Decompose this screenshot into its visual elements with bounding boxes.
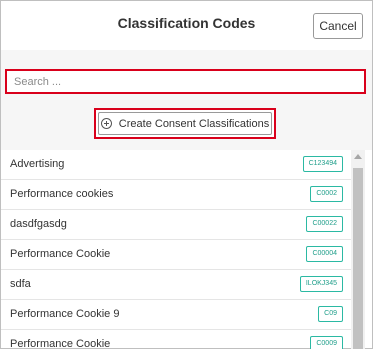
list-item[interactable]: dasdfgasdg C00022	[1, 210, 351, 240]
item-name: Performance Cookie 9	[10, 308, 120, 320]
item-name: Performance Cookie	[10, 248, 111, 260]
code-badge: C0002	[310, 186, 343, 202]
search-input[interactable]	[5, 69, 366, 94]
plus-circle-icon	[100, 118, 112, 129]
list-item[interactable]: Advertising C123494	[1, 150, 351, 180]
code-badge: C00004	[306, 246, 343, 262]
search-area: Create Consent Classifications	[1, 50, 372, 150]
code-badge: C0009	[310, 336, 343, 349]
scrollbar-thumb[interactable]	[353, 168, 363, 349]
list-item[interactable]: Performance Cookie 9 C09	[1, 300, 351, 330]
code-badge: C123494	[302, 156, 343, 172]
code-badge: C00022	[306, 216, 343, 232]
item-name: Advertising	[10, 158, 65, 170]
classification-codes-dialog: Classification Codes Cancel Create Conse…	[0, 0, 373, 349]
create-button-highlight: Create Consent Classifications	[94, 108, 276, 139]
item-name: sdfa	[10, 278, 31, 290]
list-item[interactable]: Performance cookies C0002	[1, 180, 351, 210]
item-name: Performance Cookie	[10, 338, 111, 349]
item-name: Performance cookies	[10, 188, 114, 200]
create-consent-classifications-button[interactable]: Create Consent Classifications	[98, 112, 272, 135]
scroll-up-arrow-icon[interactable]	[354, 154, 362, 159]
list-scrollbar[interactable]	[351, 150, 365, 349]
create-button-label: Create Consent Classifications	[118, 117, 270, 130]
code-badge: ILOKJ345	[299, 276, 343, 292]
item-name: dasdfgasdg	[10, 218, 67, 230]
cancel-button[interactable]: Cancel	[313, 13, 363, 39]
list-item[interactable]: Performance Cookie C0009	[1, 330, 351, 349]
dialog-header: Classification Codes Cancel	[1, 1, 372, 49]
code-badge: C09	[318, 306, 343, 322]
list-item[interactable]: Performance Cookie C00004	[1, 240, 351, 270]
classification-list: Advertising C123494 Performance cookies …	[1, 150, 351, 349]
list-item[interactable]: sdfa ILOKJ345	[1, 270, 351, 300]
